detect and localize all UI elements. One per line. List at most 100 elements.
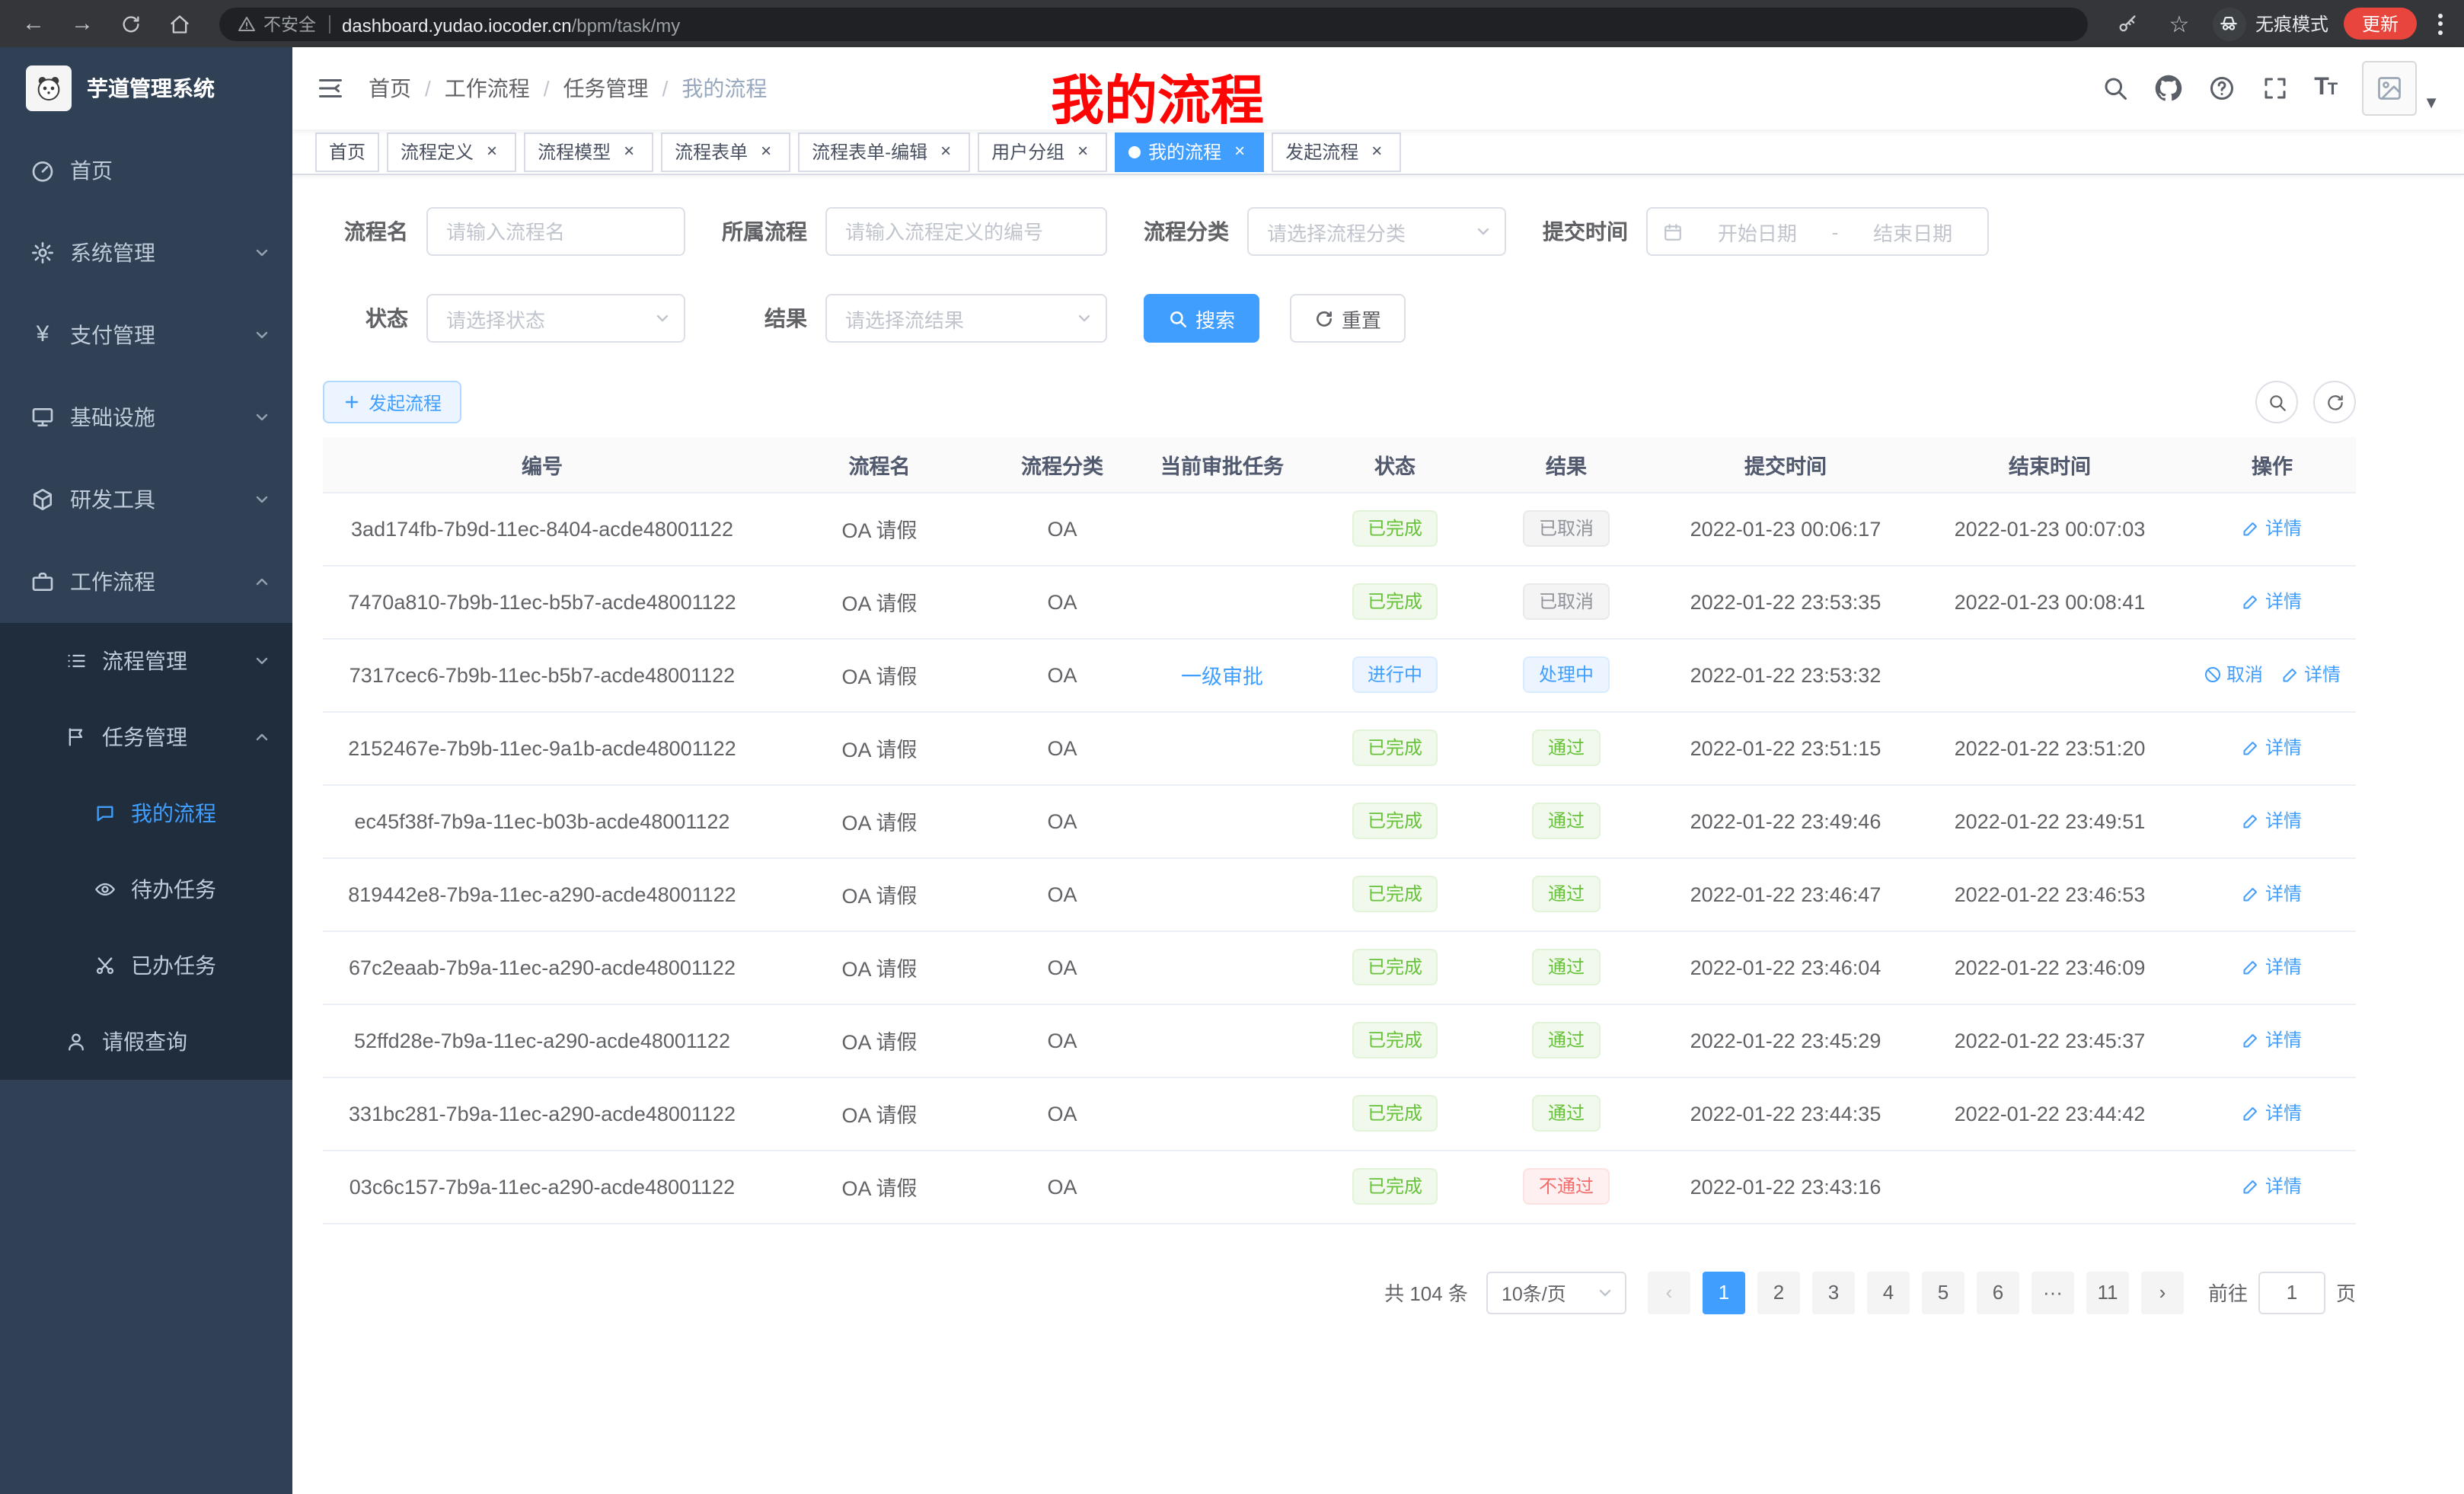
detail-link[interactable]: 详情 bbox=[2281, 662, 2341, 688]
address-bar[interactable]: 不安全 dashboard.yudao.iocoder.cn/bpm/task/… bbox=[219, 7, 2088, 40]
result-select[interactable]: 请选择流结果 bbox=[825, 294, 1107, 343]
close-icon[interactable]: × bbox=[481, 141, 503, 162]
page-button-6[interactable]: 6 bbox=[1977, 1271, 2019, 1314]
help-icon[interactable] bbox=[2207, 75, 2235, 102]
sidebar-item-devtools[interactable]: 研发工具 bbox=[0, 458, 292, 541]
sidebar-item-todo-tasks[interactable]: 待办任务 bbox=[0, 851, 292, 927]
detail-link[interactable]: 详情 bbox=[2242, 589, 2302, 615]
page-button-11[interactable]: 11 bbox=[2086, 1271, 2129, 1314]
detail-link[interactable]: 详情 bbox=[2242, 516, 2302, 541]
chevron-down-icon bbox=[253, 244, 271, 262]
browser-menu-icon[interactable] bbox=[2432, 13, 2449, 34]
browser-forward-icon[interactable]: → bbox=[64, 5, 101, 42]
font-size-icon[interactable]: TT bbox=[2314, 75, 2336, 102]
page-button-4[interactable]: 4 bbox=[1867, 1271, 1910, 1314]
cancel-link[interactable]: 取消 bbox=[2204, 662, 2263, 688]
sidebar-item-leave-query[interactable]: 请假查询 bbox=[0, 1004, 292, 1080]
tab-process-form-edit[interactable]: 流程表单-编辑 × bbox=[798, 132, 970, 171]
page-size-select[interactable]: 10条/页 bbox=[1486, 1271, 1626, 1314]
page-button-3[interactable]: 3 bbox=[1812, 1271, 1855, 1314]
search-button[interactable]: 搜索 bbox=[1144, 294, 1259, 343]
sidebar-item-infrastructure[interactable]: 基础设施 bbox=[0, 376, 292, 458]
parent-process-label: 所属流程 bbox=[722, 216, 825, 247]
github-icon[interactable] bbox=[2154, 75, 2182, 102]
table-row: ec45f38f-7b9a-11ec-b03b-acde48001122 OA … bbox=[323, 784, 2356, 857]
toggle-search-button[interactable] bbox=[2255, 381, 2298, 423]
update-button[interactable]: 更新 bbox=[2344, 8, 2417, 40]
tab-process-model[interactable]: 流程模型 × bbox=[524, 132, 653, 171]
close-icon[interactable]: × bbox=[618, 141, 640, 162]
search-icon[interactable] bbox=[2101, 75, 2128, 102]
tab-process-form[interactable]: 流程表单 × bbox=[661, 132, 790, 171]
tab-process-definition[interactable]: 流程定义 × bbox=[387, 132, 516, 171]
next-page-button[interactable]: › bbox=[2141, 1271, 2184, 1314]
sidebar-item-process-management[interactable]: 流程管理 bbox=[0, 623, 292, 699]
password-key-icon[interactable] bbox=[2109, 5, 2146, 42]
table-row: 3ad174fb-7b9d-11ec-8404-acde48001122 OA … bbox=[323, 492, 2356, 565]
app-logo[interactable]: 芋道管理系统 bbox=[0, 47, 292, 129]
search-icon bbox=[2267, 392, 2287, 412]
breadcrumb-task-management[interactable]: 任务管理 bbox=[563, 73, 649, 104]
result-label: 结果 bbox=[722, 303, 825, 334]
reset-button[interactable]: 重置 bbox=[1290, 294, 1406, 343]
page-button-5[interactable]: 5 bbox=[1922, 1271, 1964, 1314]
detail-link[interactable]: 详情 bbox=[2242, 954, 2302, 980]
close-icon[interactable]: × bbox=[1229, 141, 1250, 162]
browser-back-icon[interactable]: ← bbox=[15, 5, 52, 42]
breadcrumb-home[interactable]: 首页 bbox=[369, 73, 411, 104]
detail-link[interactable]: 详情 bbox=[2242, 881, 2302, 907]
pagination-total: 共 104 条 bbox=[1384, 1278, 1468, 1307]
page-content: 流程名 所属流程 流程分类 请选择流程分类 bbox=[292, 175, 2464, 1494]
sidebar-item-home[interactable]: 首页 bbox=[0, 129, 292, 212]
more-pages-button[interactable]: ··· bbox=[2032, 1271, 2074, 1314]
start-process-button[interactable]: 发起流程 bbox=[323, 381, 461, 423]
category-select[interactable]: 请选择流程分类 bbox=[1247, 207, 1506, 256]
prev-page-button[interactable]: ‹ bbox=[1648, 1271, 1690, 1314]
status-select[interactable]: 请选择状态 bbox=[426, 294, 685, 343]
tab-user-group[interactable]: 用户分组 × bbox=[978, 132, 1107, 171]
tab-my-process[interactable]: 我的流程 × bbox=[1115, 132, 1264, 171]
submit-time-range-picker[interactable]: 开始日期 - 结束日期 bbox=[1646, 207, 1989, 256]
status-badge: 已完成 bbox=[1352, 583, 1438, 620]
monitor-icon bbox=[30, 405, 55, 429]
sidebar-item-task-management[interactable]: 任务管理 bbox=[0, 699, 292, 775]
tab-home[interactable]: 首页 bbox=[315, 132, 379, 171]
sidebar-item-payment[interactable]: ¥ 支付管理 bbox=[0, 294, 292, 376]
breadcrumb-workflow[interactable]: 工作流程 bbox=[445, 73, 530, 104]
detail-link[interactable]: 详情 bbox=[2242, 808, 2302, 834]
fullscreen-icon[interactable] bbox=[2261, 75, 2288, 102]
close-icon[interactable]: × bbox=[935, 141, 956, 162]
sidebar-item-done-tasks[interactable]: 已办任务 bbox=[0, 927, 292, 1004]
user-avatar[interactable]: ▼ bbox=[2362, 61, 2440, 116]
browser-home-icon[interactable] bbox=[161, 5, 198, 42]
goto-label: 前往 bbox=[2208, 1278, 2248, 1307]
detail-link[interactable]: 详情 bbox=[2242, 735, 2302, 761]
close-icon[interactable]: × bbox=[1366, 141, 1387, 162]
page-button-1[interactable]: 1 bbox=[1703, 1271, 1745, 1314]
parent-process-input[interactable] bbox=[825, 207, 1107, 256]
detail-link[interactable]: 详情 bbox=[2242, 1027, 2302, 1053]
close-icon[interactable]: × bbox=[1072, 141, 1093, 162]
sidebar-toggle-icon[interactable] bbox=[317, 75, 344, 102]
process-name-input[interactable] bbox=[426, 207, 685, 256]
current-task-link[interactable]: 一级审批 bbox=[1181, 666, 1263, 688]
detail-link[interactable]: 详情 bbox=[2242, 1100, 2302, 1126]
page-button-2[interactable]: 2 bbox=[1757, 1271, 1800, 1314]
sidebar-item-system[interactable]: 系统管理 bbox=[0, 212, 292, 294]
refresh-table-button[interactable] bbox=[2313, 381, 2356, 423]
close-icon[interactable]: × bbox=[755, 141, 777, 162]
col-id: 编号 bbox=[323, 437, 761, 492]
bookmark-star-icon[interactable]: ☆ bbox=[2161, 5, 2197, 42]
detail-link[interactable]: 详情 bbox=[2242, 1173, 2302, 1199]
gear-icon bbox=[30, 241, 55, 265]
sidebar-item-my-process[interactable]: 我的流程 bbox=[0, 775, 292, 851]
browser-refresh-icon[interactable] bbox=[113, 5, 149, 42]
navbar: 首页 / 工作流程 / 任务管理 / 我的流程 bbox=[292, 47, 2464, 129]
sidebar-item-workflow[interactable]: 工作流程 bbox=[0, 541, 292, 623]
goto-page-input[interactable] bbox=[2258, 1271, 2325, 1314]
breadcrumb-current: 我的流程 bbox=[681, 73, 767, 104]
tab-start-process[interactable]: 发起流程 × bbox=[1272, 132, 1401, 171]
url-text: dashboard.yudao.iocoder.cn/bpm/task/my bbox=[342, 11, 680, 36]
security-warning[interactable]: 不安全 bbox=[238, 11, 316, 36]
search-icon bbox=[1168, 308, 1188, 328]
